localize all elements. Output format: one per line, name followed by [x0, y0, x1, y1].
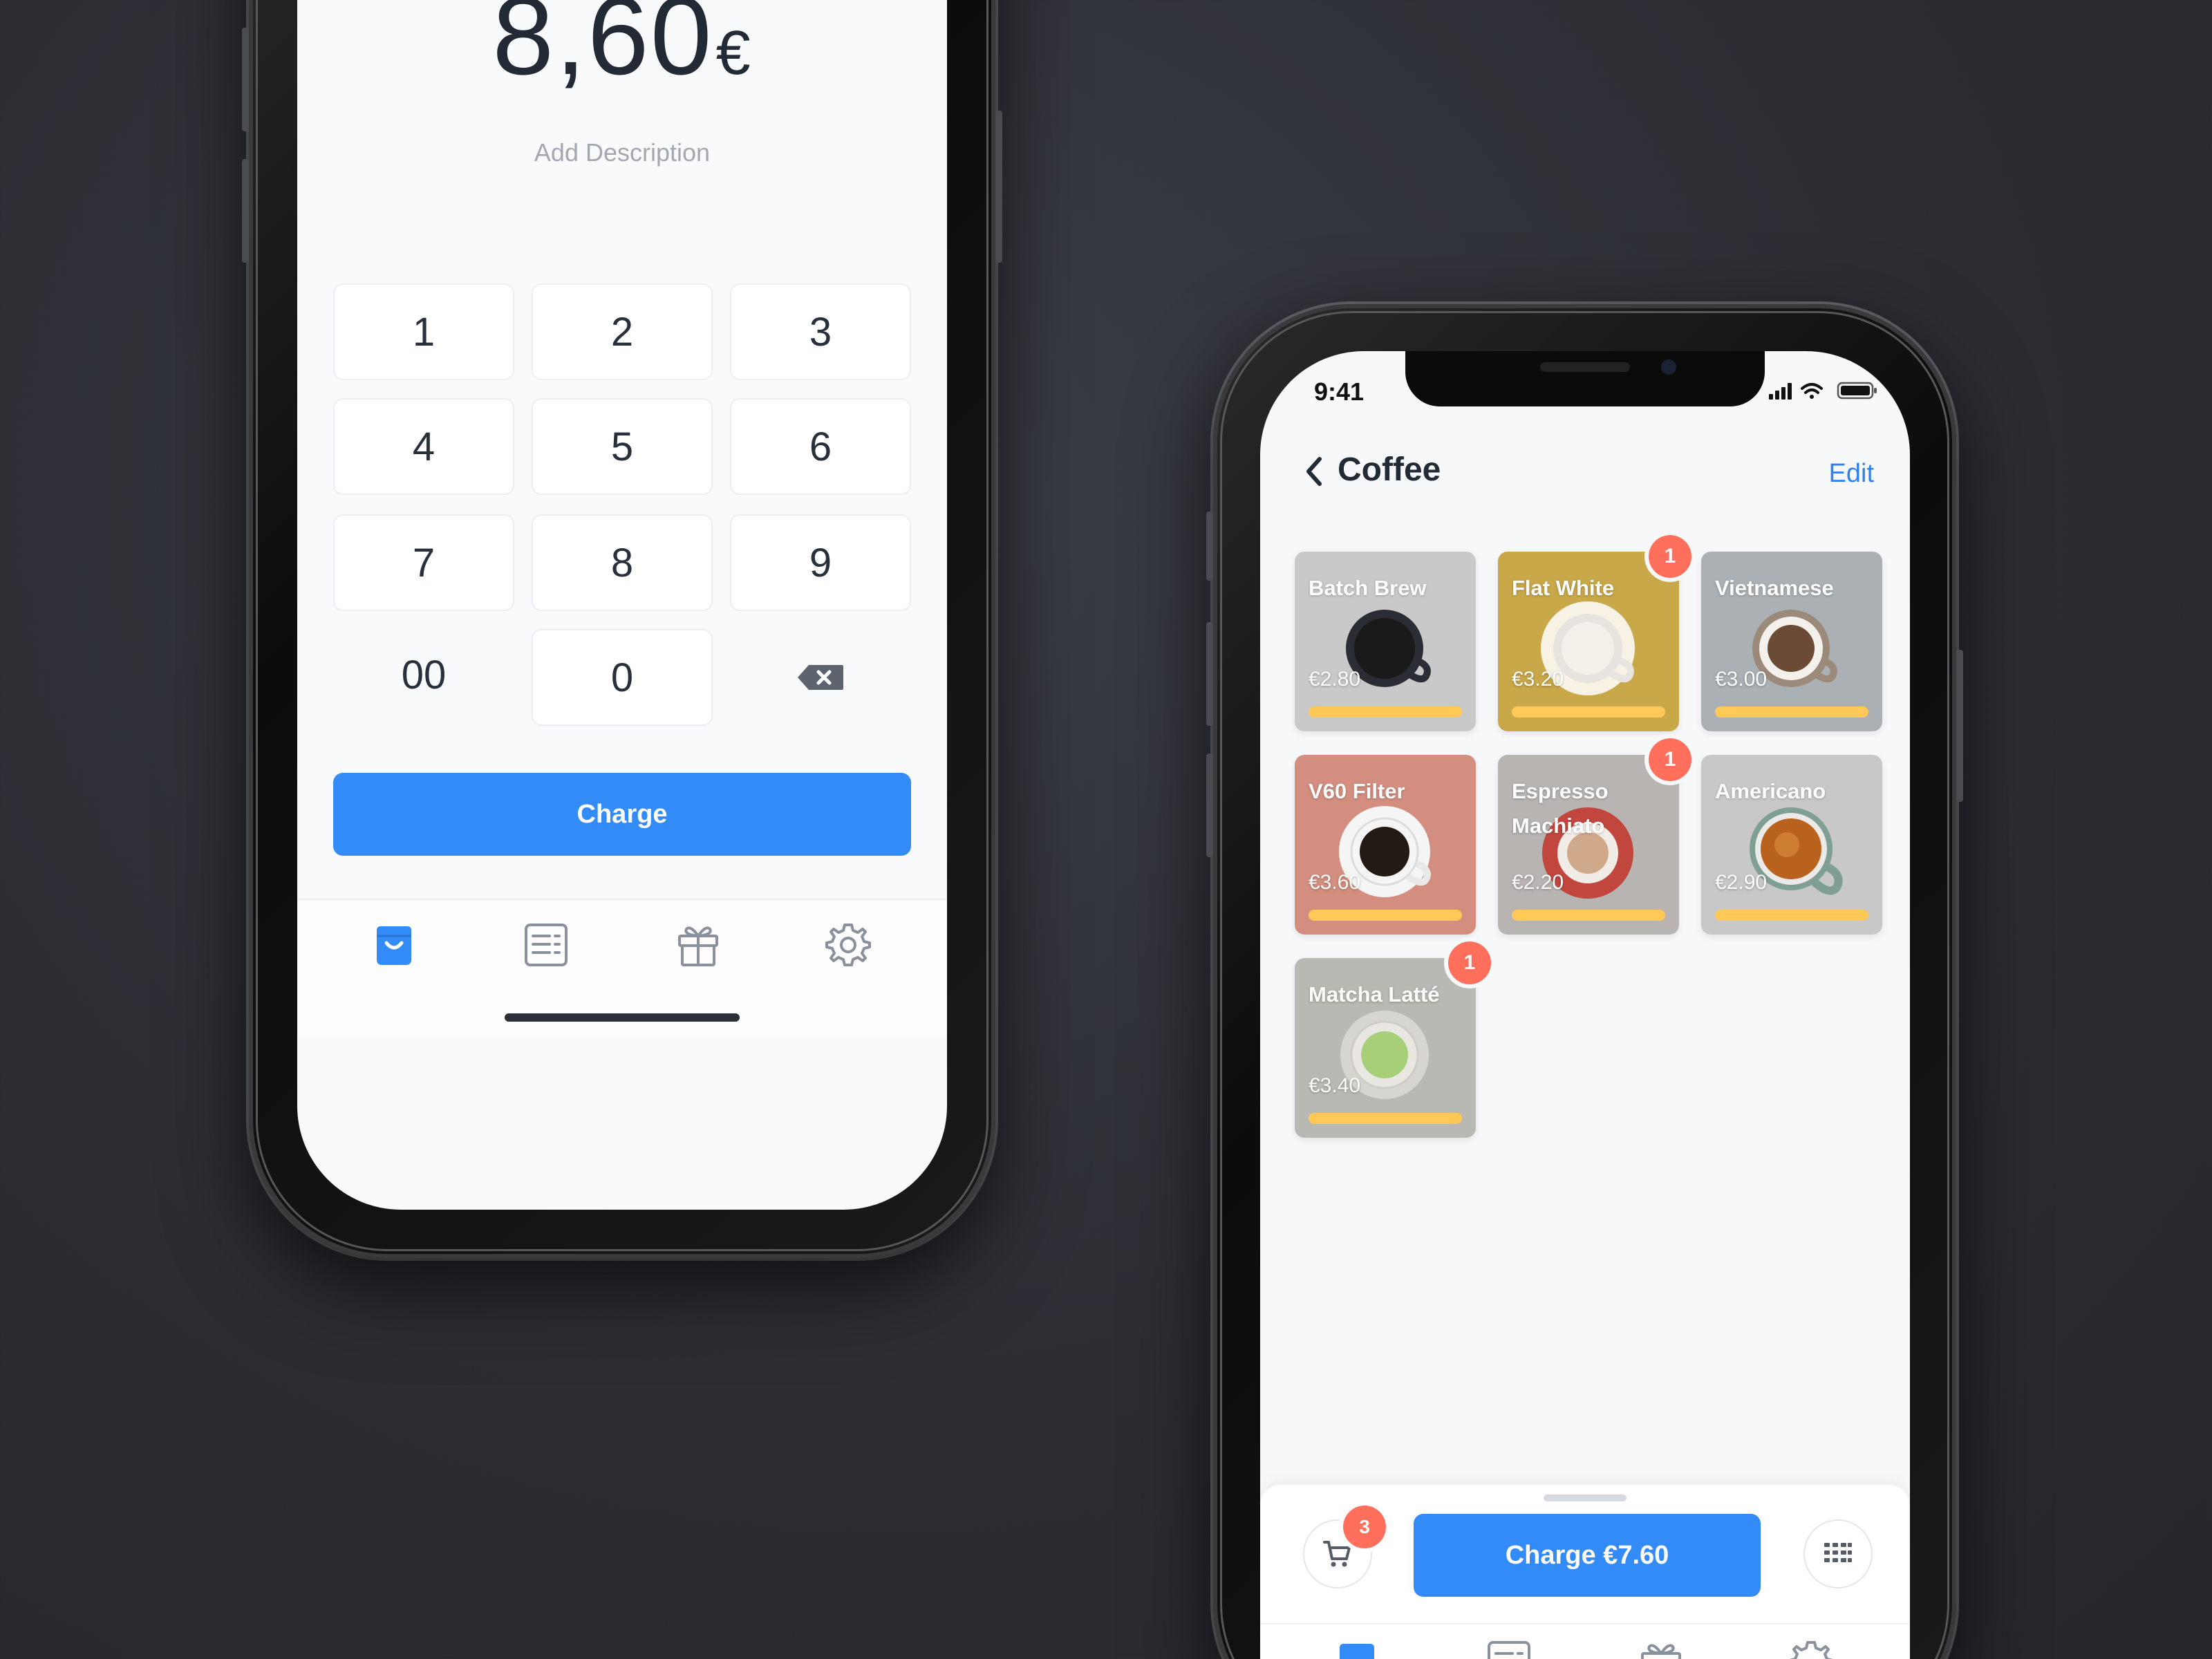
- product-price: €2.80: [1309, 668, 1361, 691]
- key-3[interactable]: 3: [730, 283, 911, 380]
- stock-bar: [1309, 910, 1462, 921]
- notch: [1405, 351, 1765, 406]
- key-4[interactable]: 4: [333, 398, 514, 495]
- tab-bar: [1260, 1623, 1910, 1659]
- charge-button[interactable]: Charge: [333, 773, 911, 856]
- shopping-bag-icon[interactable]: [370, 921, 418, 969]
- key-5[interactable]: 5: [532, 398, 713, 495]
- volume-up-button: [1206, 622, 1213, 726]
- product-price: €2.20: [1512, 871, 1564, 894]
- device-mockup-scene: 8,60€ Add Description 1 2 3 4 5 6 7 8 9 …: [0, 0, 2212, 1659]
- mute-switch: [1206, 512, 1213, 581]
- key-00[interactable]: 00: [333, 626, 514, 723]
- amount-currency: €: [715, 19, 752, 88]
- receipt-icon[interactable]: [522, 921, 570, 969]
- power-button: [1956, 650, 1963, 802]
- product-tile[interactable]: Flat White €3.20: [1498, 552, 1679, 731]
- volume-down-button: [242, 159, 249, 263]
- sheet-handle[interactable]: [1544, 1494, 1627, 1501]
- product-price: €3.40: [1309, 1074, 1361, 1097]
- stock-bar: [1512, 910, 1665, 921]
- gift-icon[interactable]: [1637, 1638, 1685, 1659]
- key-9[interactable]: 9: [730, 514, 911, 611]
- product-tile[interactable]: V60 Filter €3.60: [1295, 755, 1476, 935]
- status-time: 9:41: [1314, 377, 1365, 406]
- product-name: Flat White: [1512, 576, 1615, 600]
- gear-icon[interactable]: [1787, 1638, 1835, 1659]
- product-tile[interactable]: Batch Brew €2.80: [1295, 552, 1476, 731]
- quantity-badge: 1: [1649, 738, 1691, 781]
- home-indicator: [505, 1013, 740, 1022]
- front-camera: [1661, 359, 1676, 375]
- amount-value: 8,60: [492, 0, 713, 97]
- product-tile[interactable]: Americano €2.90: [1701, 755, 1882, 935]
- cart-icon: [1323, 1541, 1351, 1567]
- charge-button[interactable]: Charge €7.60: [1414, 1514, 1761, 1597]
- product-price: €3.20: [1512, 668, 1564, 691]
- key-0[interactable]: 0: [532, 629, 713, 726]
- signal-icon: [1769, 383, 1792, 400]
- keypad-icon: [1824, 1543, 1852, 1562]
- product-name: Vietnamese: [1715, 576, 1834, 600]
- stock-bar: [1309, 706, 1462, 718]
- keypad-button[interactable]: [1803, 1519, 1873, 1588]
- backspace-key[interactable]: [730, 629, 911, 726]
- gift-icon[interactable]: [674, 921, 722, 969]
- charge-amount: 8,60€: [297, 0, 947, 100]
- wifi-icon: [1801, 383, 1823, 399]
- key-7[interactable]: 7: [333, 514, 514, 611]
- gear-icon[interactable]: [824, 921, 872, 969]
- quantity-badge: 1: [1448, 941, 1491, 984]
- product-tile[interactable]: Matcha Latté €3.40: [1295, 958, 1476, 1138]
- cart-count-badge: 3: [1343, 1506, 1386, 1548]
- product-name: Americano: [1715, 779, 1826, 803]
- phone-keypad: 8,60€ Add Description 1 2 3 4 5 6 7 8 9 …: [242, 0, 1002, 1258]
- volume-down-button: [1206, 753, 1213, 857]
- key-1[interactable]: 1: [333, 283, 514, 380]
- product-price: €3.60: [1309, 871, 1361, 894]
- receipt-icon[interactable]: [1485, 1638, 1533, 1659]
- key-8[interactable]: 8: [532, 514, 713, 611]
- product-name: Espresso Machiato: [1512, 779, 1609, 838]
- battery-icon: [1837, 382, 1877, 400]
- product-name: Matcha Latté: [1309, 982, 1440, 1006]
- edit-button[interactable]: Edit: [1829, 459, 1874, 489]
- product-tile[interactable]: Espresso Machiato €2.20: [1498, 755, 1679, 935]
- stock-bar: [1715, 910, 1868, 921]
- key-2[interactable]: 2: [532, 283, 713, 380]
- menu-screen: 9:41 Coffee Edit Batch Brew €2.80 Flat W…: [1260, 351, 1910, 1659]
- stock-bar: [1715, 706, 1868, 718]
- speaker: [1540, 362, 1630, 372]
- key-6[interactable]: 6: [730, 398, 911, 495]
- volume-up-button: [242, 28, 249, 131]
- tab-bar: [297, 899, 947, 1037]
- quantity-badge: 1: [1649, 535, 1691, 578]
- phone-menu: 9:41 Coffee Edit Batch Brew €2.80 Flat W…: [1206, 304, 1963, 1659]
- status-icons: [1769, 382, 1877, 400]
- product-name: V60 Filter: [1309, 779, 1405, 803]
- page-title: Coffee: [1338, 451, 1441, 488]
- shopping-bag-icon[interactable]: [1333, 1638, 1381, 1659]
- checkout-sheet: 3 Charge €7.60: [1260, 1485, 1910, 1659]
- backspace-icon: [798, 665, 843, 690]
- add-description-field[interactable]: Add Description: [297, 138, 947, 167]
- keypad-screen: 8,60€ Add Description 1 2 3 4 5 6 7 8 9 …: [297, 0, 947, 1210]
- stock-bar: [1309, 1113, 1462, 1124]
- product-price: €3.00: [1715, 668, 1768, 691]
- chevron-left-icon[interactable]: [1300, 453, 1328, 489]
- stock-bar: [1512, 706, 1665, 718]
- product-tile[interactable]: Vietnamese €3.00: [1701, 552, 1882, 731]
- product-name: Batch Brew: [1309, 576, 1427, 600]
- power-button: [995, 111, 1002, 263]
- product-price: €2.90: [1715, 871, 1768, 894]
